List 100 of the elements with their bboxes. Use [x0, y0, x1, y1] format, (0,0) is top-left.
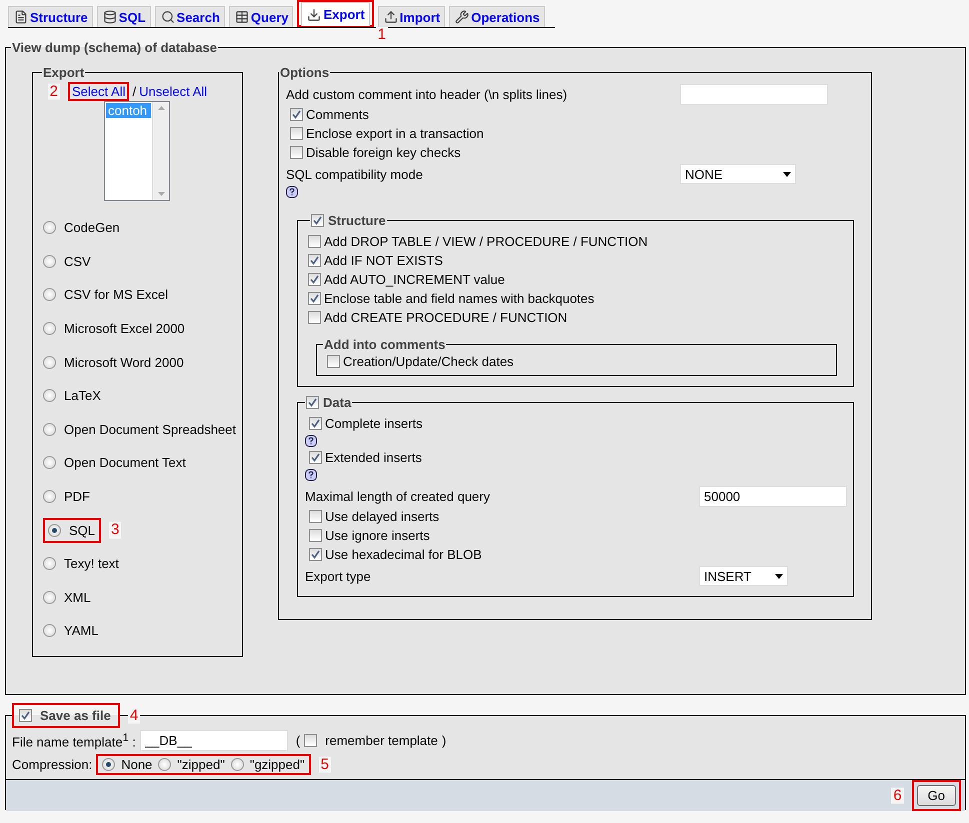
- database-icon: [102, 10, 117, 24]
- tab[interactable]: SQL: [96, 6, 151, 27]
- radio-button[interactable]: [43, 624, 56, 638]
- format-label: CSV for MS Excel: [64, 287, 168, 302]
- parenthesis: (: [296, 733, 300, 748]
- checkbox[interactable]: [290, 146, 303, 159]
- option-label: Use hexadecimal for BLOB: [325, 547, 482, 562]
- radio-button[interactable]: [102, 758, 116, 771]
- format-label: PDF: [64, 489, 90, 504]
- annotation-number: 3: [109, 522, 122, 538]
- field-label: Compression:: [12, 757, 92, 772]
- format-label: Open Document Text: [64, 455, 186, 470]
- radio-button[interactable]: [43, 322, 56, 336]
- checkbox[interactable]: [309, 548, 322, 561]
- checkbox[interactable]: [308, 235, 321, 248]
- dropdown[interactable]: INSERT: [699, 566, 788, 586]
- section-title: Options: [280, 65, 330, 80]
- option-label: remember template: [325, 733, 438, 748]
- section-title: Export: [43, 65, 84, 80]
- tab[interactable]: Import: [378, 6, 446, 27]
- checkbox[interactable]: [309, 417, 322, 430]
- select-all-link[interactable]: Select All: [72, 84, 126, 99]
- radio-button[interactable]: [158, 758, 172, 771]
- checkbox[interactable]: [308, 311, 321, 324]
- checkbox[interactable]: [309, 510, 322, 523]
- option-label: Add IF NOT EXISTS: [324, 253, 443, 268]
- option-label: None: [121, 757, 152, 772]
- checkbox[interactable]: [290, 127, 303, 140]
- checkbox[interactable]: [19, 709, 32, 722]
- caret-icon: [783, 172, 791, 176]
- scroll-up-icon[interactable]: [158, 106, 164, 110]
- checkbox[interactable]: [306, 396, 319, 409]
- dropdown[interactable]: NONE: [680, 164, 796, 184]
- format-label: CSV: [64, 254, 91, 269]
- option-label: Enclose table and field names with backquotes: [324, 291, 594, 306]
- go-button[interactable]: Go: [916, 785, 956, 806]
- option-label: Export type: [305, 568, 372, 584]
- checkbox[interactable]: [327, 355, 340, 368]
- section-title: Data: [323, 395, 352, 410]
- format-label: SQL: [69, 522, 96, 538]
- radio-button[interactable]: [48, 524, 61, 537]
- table-icon: [234, 10, 249, 24]
- radio-button[interactable]: [43, 221, 56, 234]
- tab[interactable]: Export: [301, 2, 370, 26]
- option-label: Maximal length of created query: [305, 489, 491, 504]
- radio-button[interactable]: [43, 288, 56, 302]
- caret-icon: [775, 574, 783, 578]
- help-icon[interactable]: [305, 468, 317, 480]
- checkbox[interactable]: [290, 108, 303, 121]
- checkbox[interactable]: [311, 214, 324, 227]
- option-label: Add CREATE PROCEDURE / FUNCTION: [324, 310, 568, 325]
- annotation-number: 4: [128, 707, 140, 724]
- annotation-number: 5: [318, 756, 331, 773]
- checkbox[interactable]: [308, 292, 321, 305]
- format-label: Open Document Spreadsheet: [64, 422, 236, 437]
- help-icon[interactable]: [305, 434, 317, 446]
- format-label: CodeGen: [64, 220, 120, 236]
- upload-icon: [384, 10, 398, 24]
- tab[interactable]: Operations: [449, 6, 545, 27]
- radio-button[interactable]: [43, 356, 56, 369]
- scrollbar[interactable]: [152, 102, 169, 200]
- format-label: LaTeX: [64, 388, 101, 404]
- text-field[interactable]: 50000: [699, 486, 847, 507]
- option-label: Add DROP TABLE / VIEW / PROCEDURE / FUNCTION: [324, 234, 648, 249]
- option-label: Comments: [306, 107, 369, 122]
- tab[interactable]: Query: [228, 6, 294, 27]
- parenthesis: ): [442, 733, 446, 748]
- text-field[interactable]: __DB__: [140, 730, 288, 751]
- radio-button[interactable]: [230, 758, 244, 771]
- option-label: "gzipped": [250, 757, 305, 772]
- radio-button[interactable]: [43, 456, 56, 470]
- radio-button[interactable]: [43, 590, 56, 604]
- field-label: File name template$^{1}$ :: [12, 732, 136, 750]
- tab[interactable]: Search: [154, 6, 225, 27]
- text-field[interactable]: [680, 84, 828, 105]
- format-label: Texy! text: [64, 556, 119, 572]
- format-label: XML: [64, 590, 91, 605]
- checkbox[interactable]: [308, 273, 321, 286]
- radio-button[interactable]: [43, 490, 56, 504]
- annotation-number: 6: [891, 787, 904, 804]
- radio-button[interactable]: [43, 254, 56, 268]
- scroll-down-icon[interactable]: [158, 192, 164, 196]
- radio-button[interactable]: [43, 389, 56, 402]
- checkbox[interactable]: [308, 254, 321, 267]
- download-icon: [307, 8, 322, 22]
- radio-button[interactable]: [43, 422, 56, 436]
- checkbox[interactable]: [309, 451, 322, 464]
- option-label: Enclose export in a transaction: [306, 126, 484, 141]
- format-label: Microsoft Excel 2000: [64, 321, 185, 336]
- unselect-all-link[interactable]: Unselect All: [139, 84, 208, 99]
- option-label: Extended inserts: [325, 450, 422, 465]
- option-label: Add AUTO_INCREMENT value: [324, 272, 505, 287]
- radio-button[interactable]: [43, 557, 56, 570]
- option-label: "zipped": [177, 757, 225, 772]
- checkbox[interactable]: [309, 529, 322, 542]
- option-label: Disable foreign key checks: [306, 145, 461, 160]
- tab[interactable]: Structure: [8, 6, 93, 27]
- help-icon[interactable]: [286, 186, 298, 198]
- checkbox[interactable]: [304, 734, 318, 747]
- option-label: Complete inserts: [325, 416, 423, 431]
